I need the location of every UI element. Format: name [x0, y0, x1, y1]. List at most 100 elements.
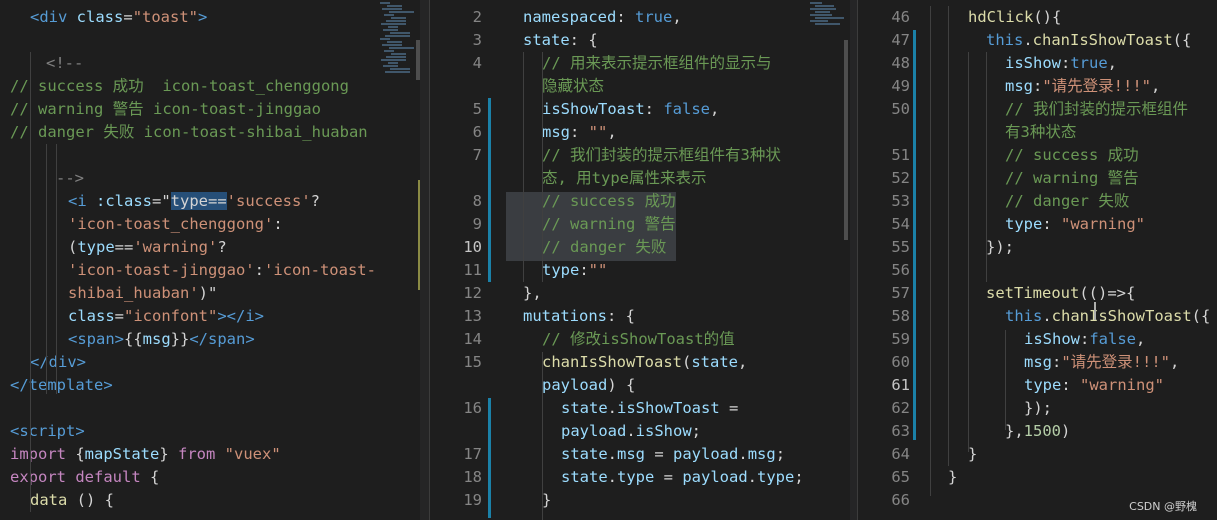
code-text: msg:"请先登录!!!",: [1024, 351, 1179, 374]
code-token: </div>: [30, 353, 86, 371]
code-text: (type=='warning'?: [68, 236, 227, 259]
code-token: 'icon-toast_chenggong': [68, 215, 274, 233]
code-line: 55});: [858, 236, 1217, 259]
code-line: 8 // success 成功: [430, 190, 850, 213]
code-token: isShowToast: [542, 100, 645, 118]
code-token: namespaced: [523, 8, 617, 26]
code-text: this.chanIsShowToast({: [986, 29, 1191, 52]
code-token: payload: [682, 468, 748, 486]
code-token: chanIsShowToast: [1032, 31, 1173, 49]
minimap[interactable]: [810, 0, 846, 100]
line-number: 5: [472, 100, 482, 118]
editor-pane-middle[interactable]: 2 namespaced: true, 3 state: {4// 用来表示提示框组件…: [430, 0, 850, 520]
code-token: this: [1005, 307, 1043, 325]
code-token: "": [588, 261, 608, 279]
code-token: false: [1089, 330, 1137, 348]
code-token: ,: [1151, 77, 1161, 95]
editor-pane-right[interactable]: 46 hdClick(){47 this.chanIsShowToast({48 is…: [858, 0, 1217, 520]
code-token: mapState: [84, 445, 160, 463]
line-number: 55: [891, 238, 910, 256]
code-token: type: [757, 468, 795, 486]
code-token: }: [948, 468, 958, 486]
code-token: // 修改isShowToast的值: [542, 330, 735, 348]
line-number: 51: [891, 146, 910, 164]
line-number: 62: [891, 399, 910, 417]
code-line: 10 // danger 失败: [430, 236, 850, 259]
code-text: isShowToast: false,: [542, 98, 719, 121]
code-token: {{: [124, 330, 143, 348]
code-token: msg: [617, 445, 646, 463]
code-line: <i :class="type=='success'?: [0, 190, 420, 213]
line-number: 17: [463, 445, 482, 463]
line-number: 46: [891, 8, 910, 26]
code-token: <span>: [68, 330, 124, 348]
code-line: 51 // success 成功: [858, 144, 1217, 167]
code-line: 7 // 我们封装的提示框组件有3种状: [430, 144, 850, 167]
line-number: 9: [472, 215, 482, 233]
code-token: msg: [542, 123, 570, 141]
code-token: .: [738, 445, 748, 463]
editor-pane-left[interactable]: <div class="toast"> <!--// success 成功 ico…: [0, 0, 420, 520]
scrollbar-thumb[interactable]: [844, 40, 848, 240]
code-token: }: [542, 491, 552, 509]
code-token: shibai_huaban': [68, 284, 199, 302]
code-token: 'success': [226, 192, 311, 210]
code-token: "warning": [1080, 376, 1164, 394]
code-token: 'warning': [133, 238, 218, 256]
code-token: .: [747, 468, 758, 486]
code-text: payload) {: [542, 374, 635, 397]
code-line: 19}: [430, 489, 850, 512]
indent-guide: [542, 52, 543, 282]
code-token: (){: [1033, 8, 1062, 26]
code-text: // warning 警告 icon-toast-jinggao: [10, 98, 321, 121]
code-text: 隐藏状态: [542, 75, 604, 98]
code-token: ,: [607, 123, 617, 141]
code-line: </template>: [0, 374, 420, 397]
code-token: import: [10, 445, 76, 463]
line-number: 12: [463, 284, 482, 302]
code-token: )": [198, 284, 218, 302]
code-token: ,: [1107, 54, 1118, 72]
code-text: state.msg = payload.msg;: [561, 443, 785, 466]
code-token: .: [626, 422, 636, 440]
code-line: 52 // warning 警告: [858, 167, 1217, 190]
selected-text: type==: [170, 192, 227, 210]
line-number: 7: [472, 146, 482, 164]
code-token: 隐藏状态: [542, 77, 605, 95]
code-token: isShow: [1005, 54, 1061, 72]
code-line: 'icon-toast_chenggong':: [0, 213, 420, 236]
code-text: // warning 警告: [542, 213, 676, 236]
line-number: 6: [472, 123, 482, 141]
code-token: </template>: [10, 376, 113, 394]
code-text: // 我们封装的提示框组件有3种状: [542, 144, 781, 167]
code-token: // 我们封装的提示框组件有3种状: [542, 146, 781, 164]
code-token: =: [654, 468, 683, 486]
code-token: true: [635, 8, 673, 26]
code-line: payload) {: [430, 374, 850, 397]
code-token: </span>: [189, 330, 255, 348]
code-text: // 修改isShowToast的值: [542, 328, 735, 351]
code-token: ,: [738, 353, 748, 371]
code-line: 隐藏状态: [430, 75, 850, 98]
minimap[interactable]: [380, 0, 416, 100]
code-token: msg: [747, 445, 776, 463]
code-token: },: [1005, 422, 1024, 440]
code-token: this: [986, 31, 1024, 49]
code-text: </div>: [30, 351, 86, 374]
line-number: 54: [891, 215, 910, 233]
code-token: 'icon-toast-: [263, 261, 376, 279]
indent-guide: [523, 52, 524, 282]
code-text: import {mapState} from "vuex": [10, 443, 281, 466]
code-token: "请先登录!!!": [1061, 353, 1171, 371]
line-number: 18: [463, 468, 482, 486]
pane-splitter-left[interactable]: [420, 0, 430, 520]
code-token: mutations: [523, 307, 607, 325]
code-line: 'icon-toast-jinggao':'icon-toast-: [0, 259, 420, 282]
line-number: 2: [472, 8, 482, 26]
code-line: 4 // 用来表示提示框组件的显示与: [430, 52, 850, 75]
text-cursor: [1094, 302, 1096, 320]
code-text: // danger 失败: [1005, 190, 1129, 213]
line-number: 58: [891, 307, 910, 325]
modified-marker: [488, 98, 491, 282]
